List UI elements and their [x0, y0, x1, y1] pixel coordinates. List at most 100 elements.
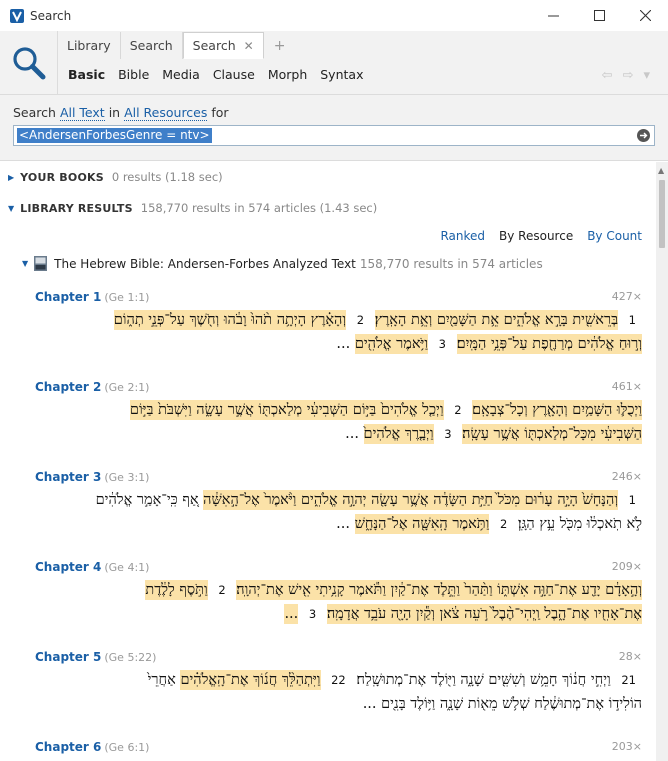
scrollbar-thumb[interactable]	[659, 180, 665, 248]
minimize-button[interactable]	[530, 0, 576, 31]
result-snippet[interactable]: וְהָ֣אָדָ֔ם יָדַ֖ע אֶת־חַוָּ֣ה אִשְׁתּ֑ו…	[35, 578, 642, 626]
highlighted-text: וְהָ֣אָדָ֔ם יָדַ֖ע אֶת־חַוָּ֣ה אִשְׁתּ֑ו…	[236, 580, 642, 600]
chapter-reference: (Ge 6:1)	[104, 741, 150, 754]
subtab-basic[interactable]: Basic	[68, 67, 105, 82]
history-nav: ⇦ ⇨ ▾	[602, 68, 650, 83]
chapter-link[interactable]: Chapter 2	[35, 380, 101, 394]
chapter-reference: (Ge 4:1)	[104, 561, 150, 574]
subtab-morph[interactable]: Morph	[268, 67, 307, 82]
chapter-link[interactable]: Chapter 4	[35, 560, 101, 574]
snippet-line: וַיְכֻלּ֛וּ הַשָּׁמַ֥יִם וְהָאָ֖רֶץ וְכָ…	[35, 398, 642, 422]
collapse-arrow-icon[interactable]: ▼	[22, 259, 28, 268]
forward-arrow-icon[interactable]: ⇨	[623, 68, 634, 83]
back-arrow-icon[interactable]: ⇦	[602, 68, 613, 83]
search-scope-line: Search All Text in All Resources for	[13, 105, 229, 121]
highlighted-text: וַיְבָ֤רֶךְ אֱלֹהִים֙	[363, 424, 434, 444]
chapter-link[interactable]: Chapter 5	[35, 650, 101, 664]
result-snippet[interactable]: 21 וַיְחִ֣י חֲנ֔וֹךְ חָמֵ֥שׁ וְשִׁשִּׁ֖י…	[35, 668, 642, 716]
verse-number: 3	[308, 607, 317, 621]
chapter-link[interactable]: Chapter 6	[35, 740, 101, 754]
tab-library[interactable]: Library	[58, 32, 121, 59]
snippet-text: ...	[345, 426, 359, 442]
chapter-result: Chapter 1 (Ge 1:1) 427× 1 בְּרֵאשִׁ֖ית בָּר…	[35, 290, 642, 356]
collapse-arrow-icon[interactable]: ▼	[8, 204, 14, 213]
highlighted-text: וַיְכַ֤ל אֱלֹהִים֙ בַּיּ֣וֹם הַשְּׁבִיעִ…	[129, 400, 444, 420]
snippet-line: 21 וַיְחִ֣י חֲנ֔וֹךְ חָמֵ֥שׁ וְשִׁשִּׁ֖י…	[35, 668, 642, 692]
chapter-link[interactable]: Chapter 1	[35, 290, 101, 304]
add-tab-button[interactable]: +	[264, 32, 296, 59]
hit-count: 209×	[611, 560, 642, 573]
subtab-media[interactable]: Media	[162, 67, 200, 82]
chapter-result: Chapter 3 (Ge 3:1) 246× 1 וְהַנָּחָשׁ֙ הָיָ…	[35, 470, 642, 536]
window-title: Search	[30, 8, 72, 23]
resource-title[interactable]: The Hebrew Bible: Andersen-Forbes Analyz…	[54, 257, 356, 271]
minimize-icon	[547, 15, 559, 17]
tab-search[interactable]: Search	[121, 32, 183, 59]
result-snippet[interactable]: 1 בְּרֵאשִׁ֖ית בָּרָ֣א אֱלֹהִ֑ים אֵ֥ת הַ…	[35, 308, 642, 356]
search-panel-button[interactable]	[0, 31, 58, 95]
sort-ranked[interactable]: Ranked	[440, 229, 485, 243]
snippet-text: וַיְחִ֣י חֲנ֔וֹךְ חָמֵ֥שׁ וְשִׁשִּׁ֖ים ש…	[356, 672, 611, 688]
history-dropdown-icon[interactable]: ▾	[643, 68, 650, 83]
chapter-reference: (Ge 5:22)	[104, 651, 157, 664]
logos-app-icon	[10, 8, 24, 23]
library-results-header[interactable]: ▼ LIBRARY RESULTS 158,770 results in 574…	[8, 201, 377, 215]
snippet-text: ...	[336, 336, 351, 352]
sort-by-resource[interactable]: By Resource	[499, 229, 573, 243]
search-input[interactable]: <AndersenForbesGenre = ntv>	[13, 125, 655, 146]
tab-search-active[interactable]: Search ✕	[182, 32, 264, 59]
verse-number: 2	[356, 313, 365, 327]
verse-number: 1	[628, 493, 636, 507]
expand-arrow-icon[interactable]: ▶	[8, 173, 14, 182]
verse-number: 2	[499, 517, 508, 531]
subtab-bible[interactable]: Bible	[118, 67, 149, 82]
highlighted-text: וְר֣וּחַ אֱלֹהִ֔ים מְרַחֶ֖פֶת עַל־פְּנֵ֥…	[456, 334, 642, 354]
snippet-line: אֶת־אָחִ֖יו אֶת־הָ֑בֶל וַֽיְהִי־הֶ֨בֶל֙ …	[35, 602, 642, 626]
subtab-syntax[interactable]: Syntax	[320, 67, 363, 82]
resource-header[interactable]: ▼ The Hebrew Bible: Andersen-Forbes Anal…	[22, 256, 543, 271]
maximize-button[interactable]	[576, 0, 622, 31]
chapter-header: Chapter 5 (Ge 5:22) 28×	[35, 650, 642, 666]
snippet-line: 1 בְּרֵאשִׁ֖ית בָּרָ֣א אֱלֹהִ֑ים אֵ֥ת הַ…	[35, 308, 642, 332]
window-controls	[530, 0, 668, 31]
chapter-result: Chapter 6 (Ge 6:1) 203×	[35, 740, 642, 758]
chapter-reference: (Ge 1:1)	[104, 291, 150, 304]
result-snippet[interactable]: 1 וְהַנָּחָשׁ֙ הָיָ֣ה עָר֔וּם מִכֹּל֙ חַ…	[35, 488, 642, 536]
highlighted-text: הַשְּׁבִיעִ֔י מִכָּל־מְלַאכְתּ֖וֹ אֲשֶׁ֥…	[462, 424, 642, 444]
highlighted-text: וְהַנָּחָשׁ֙ הָיָ֣ה עָר֔וּם מִכֹּל֙ חַיַ…	[203, 490, 619, 510]
scope-dropdown[interactable]: All Text	[59, 105, 105, 121]
chapter-result: Chapter 2 (Ge 2:1) 461× וַיְכֻלּ֛וּ הַשָּׁמ…	[35, 380, 642, 446]
chapter-header: Chapter 4 (Ge 4:1) 209×	[35, 560, 642, 576]
scroll-up-icon[interactable]: ▲	[658, 166, 664, 175]
sort-by-count[interactable]: By Count	[587, 229, 642, 243]
highlighted-text: וַיִּתְהַלֵּ֨ךְ חֲנ֜וֹךְ אֶת־הָֽאֱלֹהִ֗י…	[180, 670, 321, 690]
chapter-reference: (Ge 2:1)	[104, 381, 150, 394]
vertical-scrollbar[interactable]: ▲	[656, 162, 668, 761]
hit-count: 246×	[611, 470, 642, 483]
resources-dropdown[interactable]: All Resources	[124, 105, 208, 121]
go-arrow-icon[interactable]	[637, 129, 650, 142]
close-button[interactable]	[622, 0, 668, 31]
highlighted-text: וַיְכֻלּ֛וּ הַשָּׁמַ֥יִם וְהָאָ֖רֶץ וְכָ…	[472, 400, 642, 420]
title-bar: Search	[0, 0, 668, 31]
result-snippet[interactable]: וַיְכֻלּ֛וּ הַשָּׁמַ֥יִם וְהָאָ֖רֶץ וְכָ…	[35, 398, 642, 446]
subtab-clause[interactable]: Clause	[213, 67, 255, 82]
snippet-text: לֹ֣א תֹֽאכְל֔וּ מִכֹּ֖ל עֵ֥ץ הַגָּֽן׃	[517, 516, 642, 532]
snippet-line: 1 וְהַנָּחָשׁ֙ הָיָ֣ה עָר֔וּם מִכֹּל֙ חַ…	[35, 488, 642, 512]
your-books-header[interactable]: ▶ YOUR BOOKS 0 results (1.18 sec)	[8, 170, 223, 184]
verse-number: 21	[621, 673, 636, 687]
snippet-line: הוֹלִיד֣וֹ אֶת־מְתוּשֶׁ֔לַח שְׁלֹ֥שׁ מֵא…	[35, 692, 642, 716]
chapter-header: Chapter 3 (Ge 3:1) 246×	[35, 470, 642, 486]
hit-count: 28×	[618, 650, 642, 663]
tab-close-icon[interactable]: ✕	[244, 39, 254, 53]
snippet-text: אַ֚ף כִּֽי־אָמַ֣ר אֱלֹהִ֔ים	[95, 492, 199, 508]
hit-count: 203×	[611, 740, 642, 753]
snippet-line: וְר֣וּחַ אֱלֹהִ֔ים מְרַחֶ֖פֶת עַל־פְּנֵ֥…	[35, 332, 642, 356]
chapter-link[interactable]: Chapter 3	[35, 470, 101, 484]
highlighted-text: אֶת־אָחִ֖יו אֶת־הָ֑בֶל וַֽיְהִי־הֶ֨בֶל֙ …	[326, 604, 642, 624]
verse-number: 1	[628, 313, 636, 327]
chapter-header: Chapter 2 (Ge 2:1) 461×	[35, 380, 642, 396]
chapter-result: Chapter 4 (Ge 4:1) 209× וְהָ֣אָדָ֔ם יָדַ֖ע …	[35, 560, 642, 626]
hit-count: 461×	[611, 380, 642, 393]
panel-header: Library Search Search ✕ + Basic Bible Me…	[0, 31, 668, 95]
